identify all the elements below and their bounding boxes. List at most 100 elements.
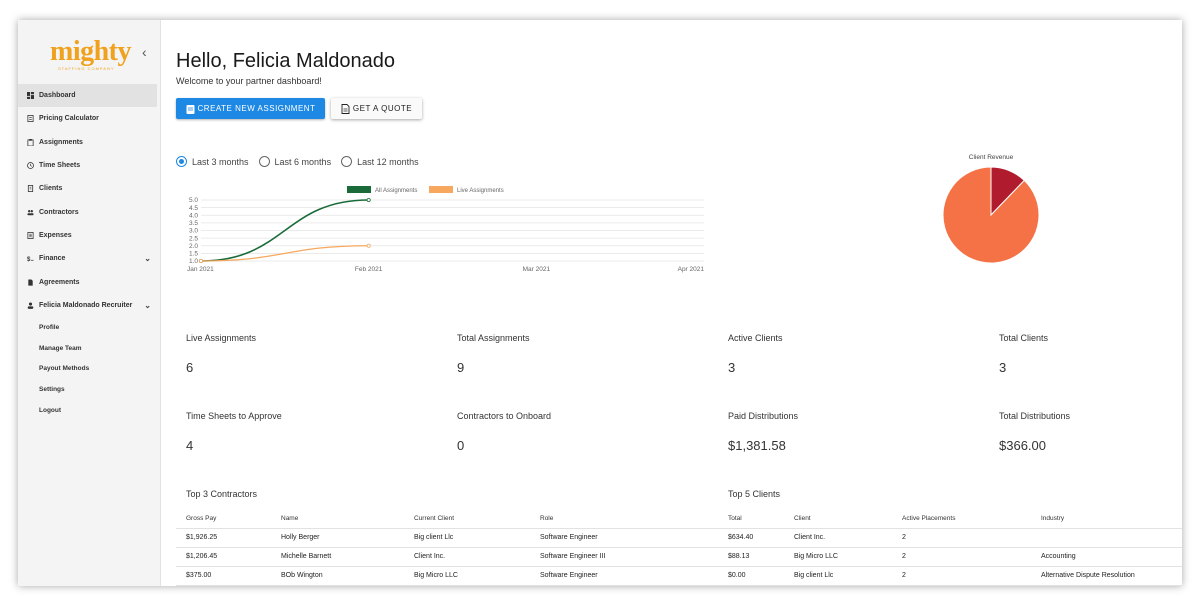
pie-slice[interactable] bbox=[942, 166, 1040, 264]
y-tick-label: 2.5 bbox=[189, 235, 198, 242]
sidebar-item-label: Contractors bbox=[39, 208, 79, 216]
stat-value: 3 bbox=[728, 360, 736, 375]
radio-label: Last 12 months bbox=[357, 156, 419, 167]
table-row[interactable]: $1,206.45 Michelle Barnett Client Inc. S… bbox=[176, 547, 718, 567]
data-point[interactable] bbox=[198, 259, 203, 264]
legend-swatch bbox=[347, 186, 371, 193]
get-a-quote-button[interactable]: GET A QUOTE bbox=[331, 98, 422, 119]
table-cell: 2 bbox=[902, 566, 1041, 586]
top-clients-table: Total Client Active Placements Industry … bbox=[718, 510, 1182, 586]
table-cell: Alternative Dispute Resolution bbox=[1041, 566, 1182, 586]
sidebar-item-label: Pricing Calculator bbox=[39, 115, 99, 123]
legend-swatch bbox=[429, 186, 453, 193]
sidebar-subitem-manage-team[interactable]: Manage Team bbox=[18, 338, 157, 359]
table-cell: $634.40 bbox=[718, 528, 794, 548]
pie-title: Client Revenue bbox=[969, 154, 1014, 161]
stat-value: 3 bbox=[999, 360, 1007, 375]
calculator-icon bbox=[27, 115, 34, 123]
radio-button[interactable] bbox=[341, 156, 353, 167]
data-point[interactable] bbox=[366, 243, 371, 248]
assignments-line-chart: All Assignments Live Assignments 5.04.54.0… bbox=[187, 186, 705, 273]
table-cell: $375.00 bbox=[176, 566, 281, 586]
data-point[interactable] bbox=[366, 197, 371, 202]
table-row[interactable]: $375.00 BOb Wington Big Micro LLC Softwa… bbox=[176, 566, 718, 586]
range-option-6-months[interactable]: Last 6 months bbox=[258, 156, 331, 167]
finance-icon: $ bbox=[27, 256, 34, 262]
sidebar-item-pricing-calculator[interactable]: Pricing Calculator bbox=[18, 107, 157, 130]
main-content: Hello, Felicia Maldonado Welcome to your… bbox=[161, 20, 1182, 586]
top-contractors-title: Top 3 Contractors bbox=[186, 489, 258, 499]
sidebar-item-label: Finance bbox=[39, 255, 66, 263]
sidebar-item-label: Clients bbox=[39, 185, 63, 193]
welcome-text: Welcome to your partner dashboard! bbox=[176, 76, 322, 86]
chevron-down-icon[interactable]: ⌄ bbox=[144, 301, 151, 310]
stat-label: Time Sheets to Approve bbox=[186, 411, 282, 421]
table-row[interactable]: $634.40 Client Inc. 2 bbox=[718, 528, 1182, 548]
range-option-3-months[interactable]: Last 3 months bbox=[176, 156, 249, 167]
y-tick-label: 4.5 bbox=[189, 205, 198, 212]
sidebar-item-contractors[interactable]: Contractors bbox=[18, 200, 157, 223]
radio-button[interactable] bbox=[176, 156, 187, 167]
stat-value: 0 bbox=[457, 438, 465, 453]
button-label: CREATE NEW ASSIGNMENT bbox=[197, 104, 316, 113]
stat-value: 6 bbox=[186, 360, 194, 375]
document-icon bbox=[28, 278, 33, 286]
radio-button[interactable] bbox=[258, 156, 270, 167]
table-row[interactable]: $1,926.25 Holly Berger Big client Llc So… bbox=[176, 528, 718, 548]
table-row[interactable]: $88.13 Big Micro LLC 2 Accounting bbox=[718, 547, 1182, 567]
table-cell: Michelle Barnett bbox=[281, 547, 414, 567]
sidebar-item-label: Assignments bbox=[39, 138, 83, 146]
sidebar-item-dashboard[interactable]: Dashboard bbox=[18, 84, 157, 108]
table-cell: $1,206.45 bbox=[176, 547, 281, 567]
table-cell: Software Engineer bbox=[540, 566, 718, 586]
app-window: mighty STAFFING COMPANY ‹ Dashboard Pric… bbox=[18, 20, 1182, 586]
sidebar-item-label: Time Sheets bbox=[39, 162, 81, 170]
sidebar-item-clients[interactable]: Clients bbox=[18, 177, 157, 200]
sidebar-item-assignments[interactable]: Assignments bbox=[18, 131, 157, 154]
quote-document-icon bbox=[341, 103, 350, 114]
table-cell bbox=[1041, 528, 1182, 548]
page-title: Hello, Felicia Maldonado bbox=[176, 50, 396, 72]
table-row[interactable]: $0.00 Big client Llc 2 Alternative Dispu… bbox=[718, 566, 1182, 586]
legend-label: Live Assignments bbox=[457, 188, 504, 194]
top-clients-title: Top 5 Clients bbox=[728, 489, 781, 499]
client-revenue-pie-chart: Client Revenue bbox=[942, 154, 1040, 264]
table-cell: 2 bbox=[902, 547, 1041, 567]
y-tick-label: 3.0 bbox=[189, 228, 198, 235]
sidebar-item-agreements[interactable]: Agreements bbox=[18, 270, 157, 293]
stat-paid-distributions: Paid Distributions $1,381.58 bbox=[728, 411, 798, 453]
y-tick-label: 5.0 bbox=[189, 197, 198, 204]
user-icon bbox=[27, 302, 34, 309]
sidebar-subitem-logout[interactable]: Logout bbox=[18, 400, 157, 421]
range-option-12-months[interactable]: Last 12 months bbox=[341, 156, 419, 167]
sidebar-item-label: Agreements bbox=[39, 278, 80, 286]
sidebar-item-finance[interactable]: $ Finance ⌄ bbox=[18, 247, 157, 270]
chevron-down-icon[interactable]: ⌄ bbox=[144, 254, 151, 263]
table-cell: Software Engineer III bbox=[540, 547, 718, 567]
sidebar-item-account[interactable]: Felicia Maldonado Recruiter ⌄ bbox=[18, 294, 157, 317]
sidebar-item-time-sheets[interactable]: Time Sheets bbox=[18, 154, 157, 177]
sidebar-nav: Dashboard Pricing Calculator Assignments… bbox=[18, 84, 157, 421]
stat-label: Live Assignments bbox=[186, 333, 257, 343]
sidebar-subitem-payout-methods[interactable]: Payout Methods bbox=[18, 359, 157, 380]
stat-value: 9 bbox=[457, 360, 465, 375]
table-cell: Holly Berger bbox=[281, 528, 414, 548]
sidebar-subitem-profile[interactable]: Profile bbox=[18, 317, 157, 338]
x-tick-label: Apr 2021 bbox=[678, 266, 705, 273]
create-new-assignment-button[interactable]: CREATE NEW ASSIGNMENT bbox=[176, 98, 325, 119]
chevron-left-icon[interactable]: ‹ bbox=[142, 44, 147, 60]
sidebar: mighty STAFFING COMPANY ‹ Dashboard Pric… bbox=[18, 20, 161, 586]
table-cell: Client Inc. bbox=[794, 528, 902, 548]
sidebar-subitem-settings[interactable]: Settings bbox=[18, 379, 157, 400]
stat-label: Total Distributions bbox=[999, 411, 1071, 421]
clipboard-icon bbox=[27, 138, 34, 146]
x-tick-label: Mar 2021 bbox=[523, 266, 551, 273]
stat-value: $1,381.58 bbox=[728, 438, 786, 453]
column-header: Current Client bbox=[414, 510, 540, 529]
stat-label: Total Clients bbox=[999, 333, 1049, 343]
stat-contractors-to-onboard: Contractors to Onboard 0 bbox=[457, 411, 551, 453]
table-cell: Accounting bbox=[1041, 547, 1182, 567]
sidebar-item-expenses[interactable]: Expenses bbox=[18, 224, 157, 247]
x-tick-label: Jan 2021 bbox=[187, 266, 214, 273]
column-header: Total bbox=[718, 510, 794, 529]
